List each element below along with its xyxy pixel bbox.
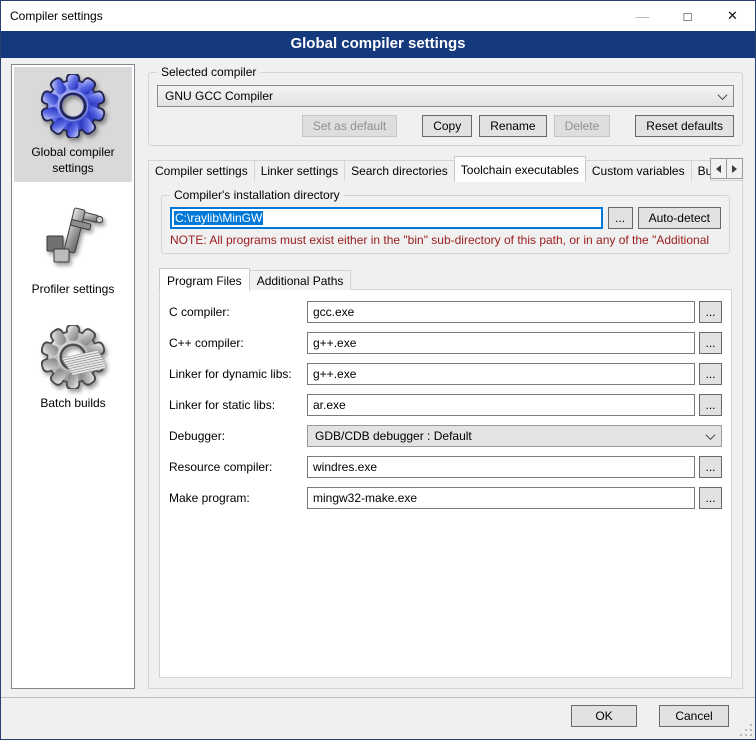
tab-scroll-buttons — [710, 158, 743, 179]
tab-scroll-left-button[interactable] — [710, 158, 727, 179]
field-row-resource-compiler: Resource compiler:... — [169, 456, 722, 478]
c-compiler-browse-button[interactable]: ... — [699, 301, 722, 323]
tab-custom-variables[interactable]: Custom variables — [585, 160, 692, 181]
field-row-linker-for-static-libs: Linker for static libs:... — [169, 394, 722, 416]
make-program-input[interactable] — [307, 487, 695, 509]
main-panel: Selected compiler GNU GCC Compiler Set a… — [148, 64, 743, 689]
maximize-button[interactable]: □ — [665, 1, 710, 31]
caliper-icon — [41, 203, 105, 275]
close-button[interactable]: ✕ — [710, 1, 755, 31]
footer: OK Cancel — [1, 697, 755, 739]
minimize-icon: — — [636, 8, 650, 24]
field-label: Resource compiler: — [169, 460, 307, 474]
reset-defaults-button[interactable]: Reset defaults — [635, 115, 734, 137]
chevron-down-icon — [718, 90, 728, 100]
field-label: Linker for static libs: — [169, 398, 307, 412]
subtab-strip: Program FilesAdditional Paths — [159, 267, 732, 290]
field-label: C++ compiler: — [169, 336, 307, 350]
sidebar-item-label: Profiler settings — [32, 282, 115, 298]
tab-linker-settings[interactable]: Linker settings — [254, 160, 345, 181]
sidebar-item-label: Global compiler settings — [16, 145, 130, 176]
chevron-down-icon — [706, 430, 716, 440]
fields-container: C compiler:...C++ compiler:...Linker for… — [169, 301, 722, 509]
page-title: Global compiler settings — [1, 31, 755, 58]
program-files-page: C compiler:...C++ compiler:...Linker for… — [159, 289, 732, 678]
tab-toolchain-executables[interactable]: Toolchain executables — [454, 156, 586, 182]
field-label: C compiler: — [169, 305, 307, 319]
arrow-right-icon — [732, 165, 737, 173]
cancel-button[interactable]: Cancel — [659, 705, 729, 727]
debugger-select[interactable]: GDB/CDB debugger : Default — [307, 425, 722, 447]
tab-build-options[interactable]: Build options — [691, 160, 711, 181]
delete-button[interactable]: Delete — [554, 115, 611, 137]
subtab-additional-paths[interactable]: Additional Paths — [249, 270, 352, 290]
sidebar-item-profiler-settings[interactable]: Profiler settings — [14, 196, 132, 304]
select-value: GDB/CDB debugger : Default — [315, 429, 472, 443]
c-compiler-browse-button[interactable]: ... — [699, 332, 722, 354]
compiler-settings-dialog: Compiler settings — □ ✕ Global compiler … — [0, 0, 756, 740]
selected-compiler-group-label: Selected compiler — [157, 65, 260, 79]
titlebar: Compiler settings — □ ✕ — [1, 1, 755, 31]
field-row-linker-for-dynamic-libs: Linker for dynamic libs:... — [169, 363, 722, 385]
resource-compiler-input[interactable] — [307, 456, 695, 478]
gear-blue-icon — [41, 74, 105, 138]
installation-directory-group-label: Compiler's installation directory — [170, 188, 344, 202]
resize-grip[interactable] — [740, 724, 753, 737]
linker-for-dynamic-libs-input[interactable] — [307, 363, 695, 385]
tab-search-directories[interactable]: Search directories — [344, 160, 455, 181]
linker-for-static-libs-input[interactable] — [307, 394, 695, 416]
linker-for-dynamic-libs-browse-button[interactable]: ... — [699, 363, 722, 385]
set-as-default-button[interactable]: Set as default — [302, 115, 397, 137]
tab-strip: Compiler settingsLinker settingsSearch d… — [148, 155, 743, 181]
resource-compiler-browse-button[interactable]: ... — [699, 456, 722, 478]
tab-compiler-settings[interactable]: Compiler settings — [148, 160, 255, 181]
installation-directory-row: C:\raylib\MinGW ... Auto-detect — [170, 207, 721, 229]
bin-subdirectory-note: NOTE: All programs must exist either in … — [170, 233, 721, 247]
field-row-make-program: Make program:... — [169, 487, 722, 509]
field-label: Linker for dynamic libs: — [169, 367, 307, 381]
sidebar-item-batch-builds[interactable]: Batch builds — [14, 318, 132, 418]
make-program-browse-button[interactable]: ... — [699, 487, 722, 509]
rename-button[interactable]: Rename — [479, 115, 546, 137]
field-row-c-compiler: C compiler:... — [169, 301, 722, 323]
c-compiler-input[interactable] — [307, 301, 695, 323]
field-row-c-compiler: C++ compiler:... — [169, 332, 722, 354]
linker-for-static-libs-browse-button[interactable]: ... — [699, 394, 722, 416]
minimize-button[interactable]: — — [620, 1, 665, 31]
dialog-content: Global compiler settings Profiler setting… — [1, 58, 755, 697]
installation-directory-input[interactable]: C:\raylib\MinGW — [170, 207, 603, 229]
installation-directory-selected-text: C:\raylib\MinGW — [174, 211, 263, 225]
close-icon: ✕ — [727, 8, 738, 24]
sidebar: Global compiler settings Profiler setting… — [11, 64, 135, 689]
auto-detect-button[interactable]: Auto-detect — [638, 207, 721, 229]
window-controls: — □ ✕ — [620, 1, 755, 31]
installation-directory-group: Compiler's installation directory C:\ray… — [161, 195, 730, 254]
subtab-program-files[interactable]: Program Files — [159, 268, 250, 291]
compiler-buttons-row: Set as default Copy Rename Delete Reset defa… — [157, 115, 734, 137]
field-label: Make program: — [169, 491, 307, 505]
selected-compiler-group: Selected compiler GNU GCC Compiler Set a… — [148, 72, 743, 146]
selected-compiler-value: GNU GCC Compiler — [165, 89, 273, 103]
toolchain-executables-page: Compiler's installation directory C:\ray… — [148, 180, 743, 689]
arrow-left-icon — [716, 165, 721, 173]
sidebar-item-global-compiler-settings[interactable]: Global compiler settings — [14, 67, 132, 182]
ok-button[interactable]: OK — [571, 705, 637, 727]
selected-compiler-combobox[interactable]: GNU GCC Compiler — [157, 85, 734, 107]
gear-stack-icon — [41, 325, 105, 389]
installation-directory-browse-button[interactable]: ... — [608, 207, 633, 229]
tab-scroll-right-button[interactable] — [726, 158, 743, 179]
copy-button[interactable]: Copy — [422, 115, 472, 137]
field-label: Debugger: — [169, 429, 307, 443]
window-title: Compiler settings — [1, 9, 103, 23]
maximize-icon: □ — [684, 9, 692, 24]
field-row-debugger: Debugger: GDB/CDB debugger : Default — [169, 425, 722, 447]
c-compiler-input[interactable] — [307, 332, 695, 354]
sidebar-item-label: Batch builds — [40, 396, 105, 412]
